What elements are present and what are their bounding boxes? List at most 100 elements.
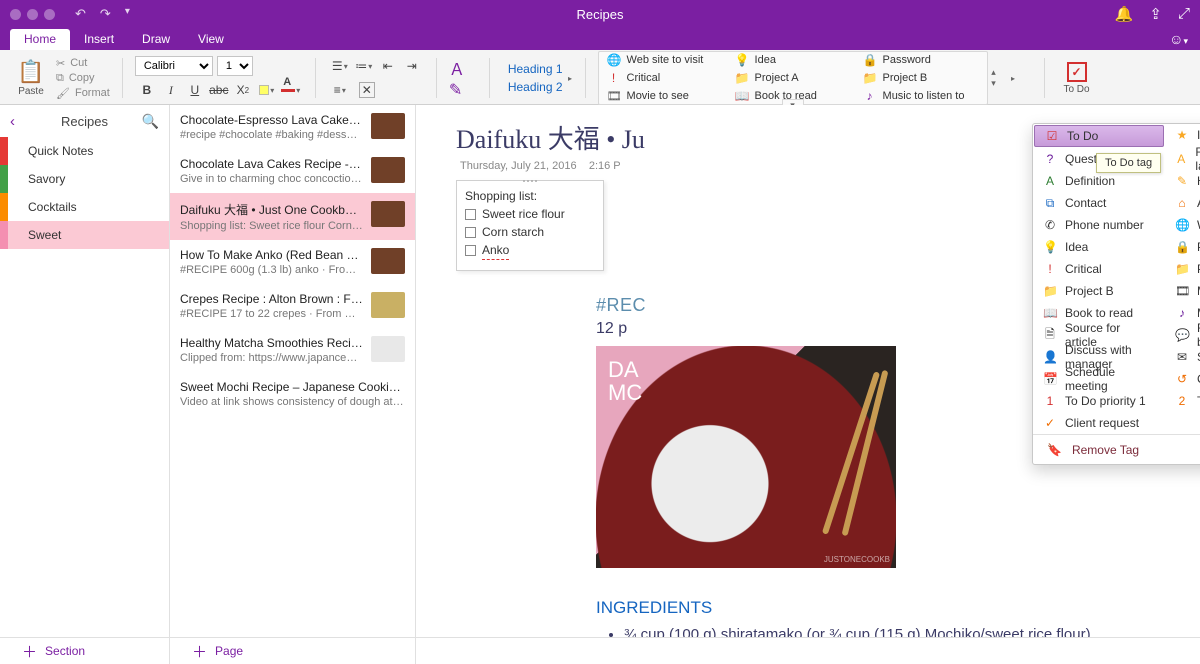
tag-menu-item[interactable]: 2To Do priority 2 [1165, 390, 1200, 412]
tag-gallery-item[interactable]: ♪Music to listen to [859, 88, 987, 104]
format-painter-big[interactable]: Ａ✎ [449, 68, 477, 88]
tag-menu-item[interactable]: ☑To Do [1034, 125, 1164, 147]
page-item[interactable]: Crepes Recipe : Alton Brown : F…#RECIPE … [170, 284, 415, 328]
tag-gallery-item[interactable]: 🌐Web site to visit [603, 52, 731, 68]
tags-gallery[interactable]: ▴▾ ▾ 🌐Web site to visit💡Idea🔒Password!Cr… [598, 51, 988, 105]
tag-menu-item[interactable]: ⌂Address [1165, 192, 1200, 214]
ribbon: 📋 Paste ✂Cut ⧉Copy 🖌Format Calibri 11 B … [0, 50, 1200, 105]
tag-menu-item[interactable]: ⧉Contact [1033, 192, 1165, 214]
bold-button[interactable]: B [135, 80, 159, 100]
section-label: Cocktails [28, 200, 77, 214]
section-item[interactable]: Cocktails [0, 193, 169, 221]
note-container[interactable]: Shopping list: Sweet rice flourCorn star… [456, 180, 604, 271]
tag-menu-item[interactable]: ADefinition [1033, 170, 1165, 192]
page-item[interactable]: Healthy Matcha Smoothies Reci…Clipped fr… [170, 328, 415, 372]
redo-icon[interactable]: ↷ [100, 6, 111, 22]
add-section-button[interactable]: ＋Section [0, 638, 170, 664]
highlight-button[interactable]: ▾ [255, 80, 279, 100]
search-icon[interactable]: 🔍 [142, 113, 159, 130]
tag-menu-item[interactable]: 📅Schedule meeting [1033, 368, 1165, 390]
tab-view[interactable]: View [184, 29, 238, 50]
tag-gallery-item[interactable]: 📁Project B [859, 70, 987, 86]
back-icon[interactable]: ‹ [10, 113, 15, 130]
tag-menu-item[interactable]: ✎Highlight [1165, 170, 1200, 192]
feedback-icon[interactable]: ☺︎▾ [1169, 31, 1188, 47]
checkbox-icon[interactable] [465, 245, 476, 256]
tag-menu-label: Critical [1065, 262, 1102, 276]
tag-menu-item[interactable]: 📁Project A [1165, 258, 1200, 280]
qat-caret-icon[interactable]: ▾ [125, 6, 130, 22]
tag-menu-item[interactable]: 🎞Movie to see [1165, 280, 1200, 302]
tag-gallery-item[interactable]: !Critical [603, 70, 731, 86]
numbering-button[interactable]: ≔▾ [352, 56, 376, 76]
note-canvas[interactable]: Daifuku 大福 • Ju Thursday, July 21, 2016 … [416, 105, 1200, 637]
bell-icon[interactable]: 🔔 [1115, 5, 1134, 23]
todo-row[interactable]: Anko [465, 241, 595, 260]
strike-button[interactable]: abc [207, 80, 231, 100]
page-item[interactable]: Chocolate Lava Cakes Recipe -…Give in to… [170, 149, 415, 193]
tag-gallery-item[interactable]: 🔒Password [859, 52, 987, 68]
tag-gallery-item[interactable]: 💡Idea [731, 52, 859, 68]
todo-row[interactable]: Corn starch [465, 223, 595, 241]
tag-menu-item[interactable]: ↺Call back [1165, 368, 1200, 390]
font-size-select[interactable]: 11 [217, 56, 253, 76]
page-item[interactable]: Daifuku 大福 • Just One Cookbo…Shopping li… [170, 193, 415, 240]
window-controls[interactable] [0, 9, 55, 20]
tag-menu-item[interactable]: ✆Phone number [1033, 214, 1165, 236]
tag-menu-item[interactable]: 📁Project B [1033, 280, 1165, 302]
fullscreen-icon[interactable]: ⤢ [1178, 5, 1190, 23]
tag-menu-item[interactable]: 💬Remember for blog [1165, 324, 1200, 346]
style-heading2[interactable]: Heading 2 [508, 80, 563, 94]
todo-row[interactable]: Sweet rice flour [465, 205, 595, 223]
subscript-button[interactable]: X2 [231, 80, 255, 100]
tab-insert[interactable]: Insert [70, 29, 128, 50]
checkbox-icon[interactable] [465, 227, 476, 238]
tag-icon: A [1043, 174, 1057, 188]
clear-format-button[interactable]: ✕ [352, 80, 382, 100]
tag-menu-item[interactable]: ♪Music to listen to [1165, 302, 1200, 324]
page-item[interactable]: Sweet Mochi Recipe – Japanese Cooki…Vide… [170, 372, 415, 416]
paste-icon[interactable]: 📋 [17, 59, 44, 85]
tag-gallery-item[interactable]: 🎞Movie to see [603, 88, 731, 104]
copy-button[interactable]: ⧉Copy [56, 72, 110, 85]
tag-menu-item[interactable]: !Critical [1033, 258, 1165, 280]
tab-draw[interactable]: Draw [128, 29, 184, 50]
tag-menu-item[interactable]: 1To Do priority 1 [1033, 390, 1165, 412]
tag-menu-item[interactable]: ✉Send in email [1165, 346, 1200, 368]
checkbox-icon[interactable] [465, 209, 476, 220]
style-heading1[interactable]: Heading 1 [508, 62, 563, 76]
tag-menu-item[interactable]: ★Important [1165, 124, 1200, 146]
tags-dropdown[interactable]: ☑To Do★Important?QuestionARemember for l… [1032, 123, 1200, 465]
tag-menu-item[interactable]: ✓Client request [1033, 412, 1200, 434]
todo-tag-button[interactable]: ✓ [1067, 62, 1087, 82]
font-name-select[interactable]: Calibri [135, 56, 213, 76]
undo-icon[interactable]: ↶ [75, 6, 86, 22]
tag-menu-item[interactable]: 🌐Web site to visit [1165, 214, 1200, 236]
outdent-button[interactable]: ⇤ [376, 56, 400, 76]
tag-menu-item[interactable]: 💡Idea [1033, 236, 1165, 258]
italic-button[interactable]: I [159, 80, 183, 100]
font-color-button[interactable]: ▾ [279, 80, 303, 100]
section-item[interactable]: Sweet [0, 221, 169, 249]
indent-button[interactable]: ⇥ [400, 56, 424, 76]
tag-icon: ↺ [1175, 372, 1189, 386]
remove-tag-button[interactable]: 🔖Remove Tag [1033, 434, 1200, 464]
add-page-button[interactable]: ＋Page [170, 638, 416, 664]
underline-button[interactable]: U [183, 80, 207, 100]
format-painter-button[interactable]: 🖌Format [56, 87, 110, 100]
tags-scroll[interactable]: ▴▾ [987, 52, 1001, 104]
tag-menu-item[interactable]: 🔒Password [1165, 236, 1200, 258]
section-item[interactable]: Quick Notes [0, 137, 169, 165]
tab-home[interactable]: Home [10, 29, 70, 50]
cut-button[interactable]: ✂Cut [56, 57, 110, 70]
section-item[interactable]: Savory [0, 165, 169, 193]
tag-gallery-item[interactable]: 📁Project A [731, 70, 859, 86]
styles-expand[interactable]: ▸ [563, 74, 577, 83]
tag-menu-item[interactable]: ARemember for later [1165, 148, 1200, 170]
page-item[interactable]: How To Make Anko (Red Bean P…#RECIPE 600… [170, 240, 415, 284]
tags-expand[interactable]: ▸ [1006, 74, 1020, 83]
page-item[interactable]: Chocolate-Espresso Lava Cakes…#recipe #c… [170, 105, 415, 149]
align-button[interactable]: ≡▾ [328, 80, 352, 100]
bullets-button[interactable]: ☰▾ [328, 56, 352, 76]
share-icon[interactable]: ⇪ [1149, 5, 1162, 23]
